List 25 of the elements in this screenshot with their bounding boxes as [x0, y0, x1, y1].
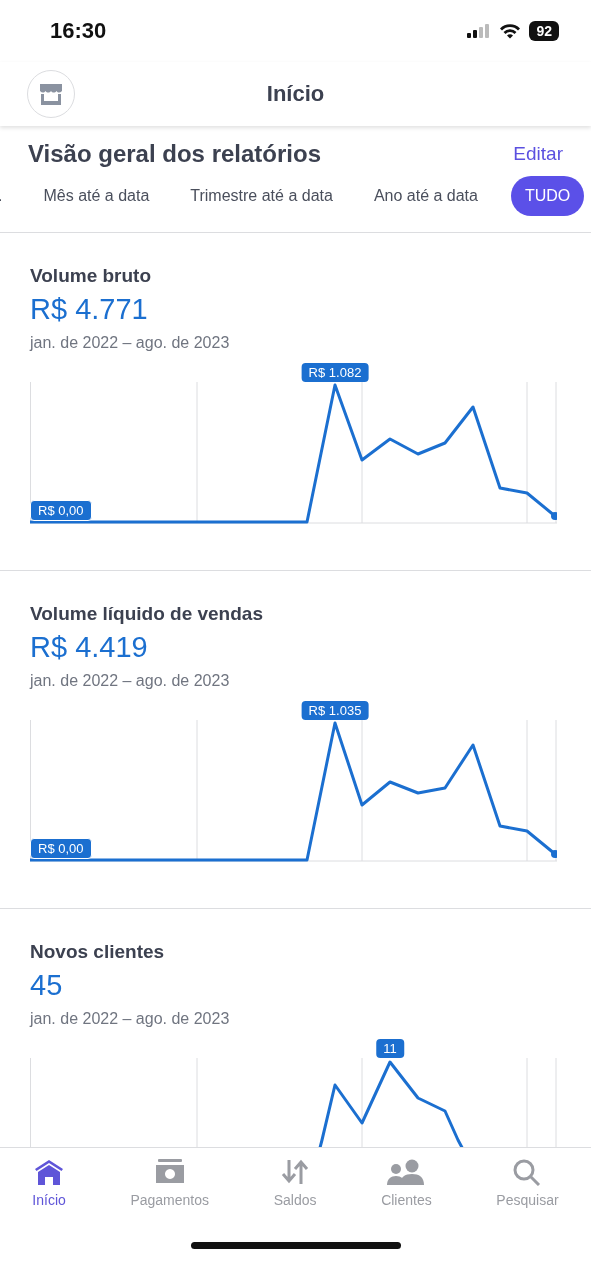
- period-tab[interactable]: Mês até a data: [35, 176, 158, 216]
- date-range: jan. de 2022 – ago. de 2023: [30, 1010, 230, 1028]
- period-tab[interactable]: TUDO: [510, 176, 585, 216]
- status-time: 16:30: [50, 18, 107, 44]
- page-title: Início: [266, 81, 325, 107]
- edit-link[interactable]: Editar: [513, 143, 563, 165]
- period-tab[interactable]: Ano até a data: [365, 176, 486, 216]
- peak-label: R$ 1.035: [301, 701, 369, 720]
- section-title: Visão geral dos relatórios: [28, 140, 321, 168]
- period-tab[interactable]: .: [0, 176, 11, 216]
- nav-tab[interactable]: Início: [32, 1158, 66, 1208]
- date-range: jan. de 2022 – ago. de 2023: [30, 672, 230, 690]
- peak-label: 11: [376, 1039, 404, 1058]
- baseline-label: R$ 0,00: [30, 500, 92, 521]
- amount-value: R$ 4.771: [30, 293, 148, 326]
- card-title: Volume bruto: [30, 265, 152, 287]
- card-title: Volume líquido de vendas: [30, 603, 263, 625]
- card-title: Novos clientes: [30, 941, 165, 963]
- period-tab[interactable]: Trimestre até a data: [182, 176, 341, 216]
- battery-indicator: 92: [529, 21, 559, 41]
- amount-value: R$ 4.419: [30, 631, 148, 664]
- date-range: jan. de 2022 – ago. de 2023: [30, 334, 230, 352]
- amount-value: 45: [30, 969, 63, 1002]
- peak-label: R$ 1.082: [301, 363, 369, 382]
- baseline-label: R$ 0,00: [30, 838, 92, 859]
